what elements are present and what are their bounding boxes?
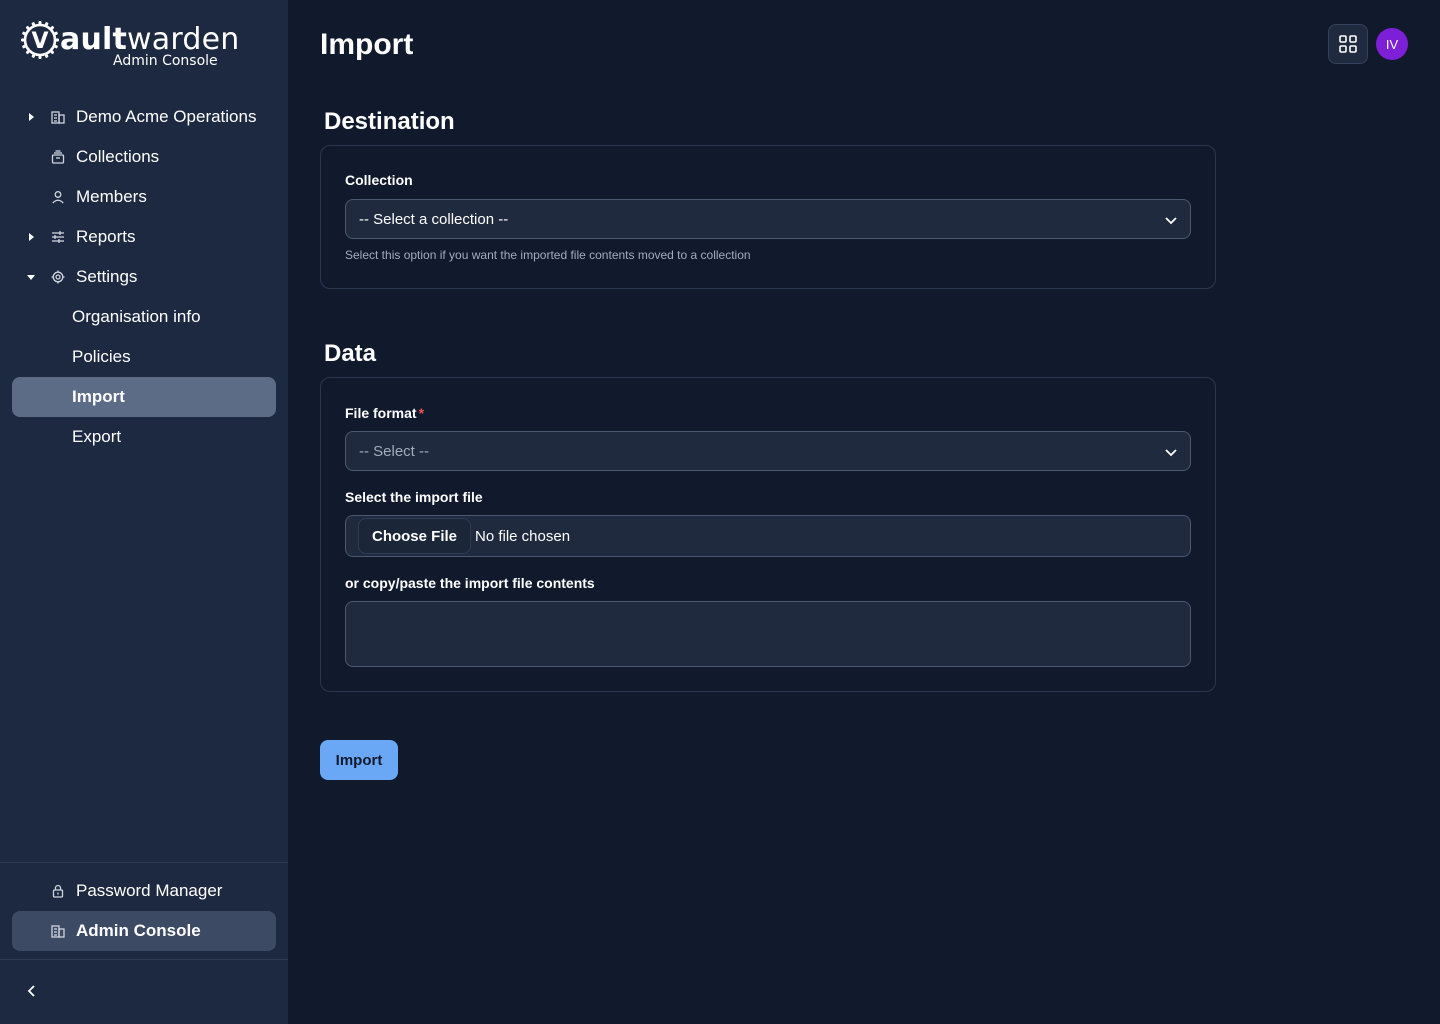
sidebar-item-label: Reports <box>76 227 136 246</box>
import-button[interactable]: Import <box>320 740 398 780</box>
sidebar-item-label: Export <box>72 427 122 446</box>
file-format-select[interactable]: -- Select -- <box>345 431 1191 471</box>
sidebar-item-label: Demo Acme Operations <box>76 107 257 126</box>
choose-file-button[interactable]: Choose File <box>358 518 471 554</box>
brand-name: aultwarden <box>60 22 240 57</box>
caret-down-icon[interactable] <box>26 272 36 282</box>
sidebar-item-label: Settings <box>76 267 138 286</box>
top-actions: IV <box>1328 24 1408 64</box>
sidebar-item-policies[interactable]: Policies <box>12 337 276 377</box>
import-file-label: Select the import file <box>345 489 483 505</box>
import-file-input[interactable]: Choose File No file chosen <box>345 515 1191 557</box>
sidebar-item-organization[interactable]: Demo Acme Operations <box>12 97 276 137</box>
collection-hint: Select this option if you want the impor… <box>345 248 751 262</box>
building-icon <box>50 923 66 939</box>
lock-icon <box>50 883 66 899</box>
avatar[interactable]: IV <box>1376 28 1408 60</box>
sliders-icon <box>50 229 66 245</box>
chevron-down-icon <box>1165 217 1177 225</box>
collection-select[interactable]: -- Select a collection -- <box>345 199 1191 239</box>
sidebar: V aultwarden Admin Console Demo Acme Ope… <box>0 0 288 1024</box>
page-title: Import <box>320 28 414 61</box>
caret-right-icon[interactable] <box>26 232 36 242</box>
collapse-sidebar-button[interactable] <box>22 981 42 1001</box>
paste-contents-label: or copy/paste the import file contents <box>345 575 595 591</box>
sidebar-item-label: Admin Console <box>76 921 201 940</box>
brand-subtitle: Admin Console <box>113 53 218 69</box>
product-switcher-button[interactable] <box>1328 24 1368 64</box>
chevron-left-icon <box>27 985 35 997</box>
chevron-down-icon <box>1165 449 1177 457</box>
data-card: File format * -- Select -- Select the imp… <box>320 377 1216 692</box>
sidebar-item-label: Import <box>72 387 125 406</box>
destination-card: Collection -- Select a collection -- Sel… <box>320 145 1216 289</box>
sidebar-item-collections[interactable]: Collections <box>12 137 276 177</box>
destination-heading: Destination <box>324 108 455 135</box>
vaultwarden-logo[interactable]: V aultwarden Admin Console <box>20 18 240 70</box>
sidebar-divider <box>0 959 288 960</box>
sidebar-item-import[interactable]: Import <box>12 377 276 417</box>
sidebar-item-label: Collections <box>76 147 160 166</box>
gear-icon <box>50 269 66 285</box>
collection-icon <box>50 149 66 165</box>
svg-text:V: V <box>31 29 48 54</box>
sidebar-item-export[interactable]: Export <box>12 417 276 457</box>
sidebar-item-password-manager[interactable]: Password Manager <box>12 871 276 911</box>
sidebar-item-admin-console[interactable]: Admin Console <box>12 911 276 951</box>
file-contents-textarea[interactable] <box>345 601 1191 667</box>
caret-right-icon[interactable] <box>26 112 36 122</box>
sidebar-item-label: Password Manager <box>76 881 223 900</box>
file-format-select-value: -- Select -- <box>359 442 430 460</box>
building-icon <box>50 109 66 125</box>
required-marker: * <box>418 405 425 421</box>
grid-icon <box>1339 35 1357 53</box>
collection-label: Collection <box>345 172 413 188</box>
sidebar-item-label: Policies <box>72 347 131 366</box>
vaultwarden-gear-logo-icon: V <box>21 21 59 59</box>
sidebar-item-label: Members <box>76 187 147 206</box>
sidebar-item-members[interactable]: Members <box>12 177 276 217</box>
sidebar-item-settings[interactable]: Settings <box>12 257 276 297</box>
sidebar-item-organisation-info[interactable]: Organisation info <box>12 297 276 337</box>
collection-select-value: -- Select a collection -- <box>359 210 509 228</box>
sidebar-item-reports[interactable]: Reports <box>12 217 276 257</box>
user-icon <box>50 189 66 205</box>
data-heading: Data <box>324 340 377 367</box>
file-format-label: File format * <box>345 405 425 421</box>
sidebar-item-label: Organisation info <box>72 307 201 326</box>
sidebar-divider <box>0 862 288 863</box>
file-status: No file chosen <box>475 528 571 545</box>
